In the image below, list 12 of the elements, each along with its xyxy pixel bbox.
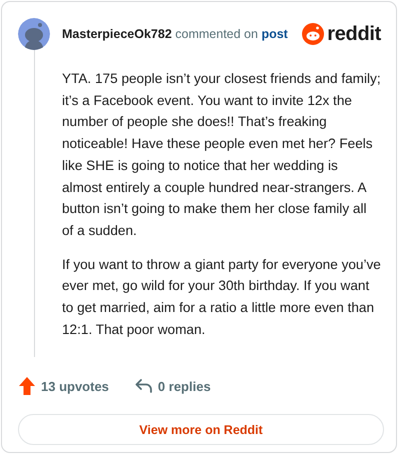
- brand-wordmark: reddit: [327, 22, 381, 46]
- post-link[interactable]: post: [261, 27, 288, 41]
- comment-paragraph: If you want to throw a giant party for everyone you’ve ever met, go wild for your 30th birthday. If you want to get married, aim for a ratio a little more even than 12:1. That poor woman.: [62, 256, 381, 339]
- comment-byline: MasterpieceOk782 commented on post: [62, 27, 289, 41]
- upvote-count: 13 upvotes: [41, 378, 109, 394]
- view-more-button[interactable]: View more on Reddit: [18, 414, 384, 445]
- reply-count: 0 replies: [158, 378, 211, 394]
- snoo-logo-icon: [302, 23, 324, 45]
- upvote-arrow-icon: [18, 376, 36, 396]
- avatar-icon: [18, 18, 50, 50]
- comment-paragraph: YTA. 175 people isn’t your closest friends and family; it’s a Facebook event. You want to invite 12x the number of people she does!! That’s freaking noticeable! Have these people even met her? Feels like SHE is going to notice that her wedding is almost entirely a couple hundred near-strangers. A button isn’t going to make them her close family all of a sudden.: [62, 70, 381, 240]
- reply-arrow-icon: [134, 378, 153, 394]
